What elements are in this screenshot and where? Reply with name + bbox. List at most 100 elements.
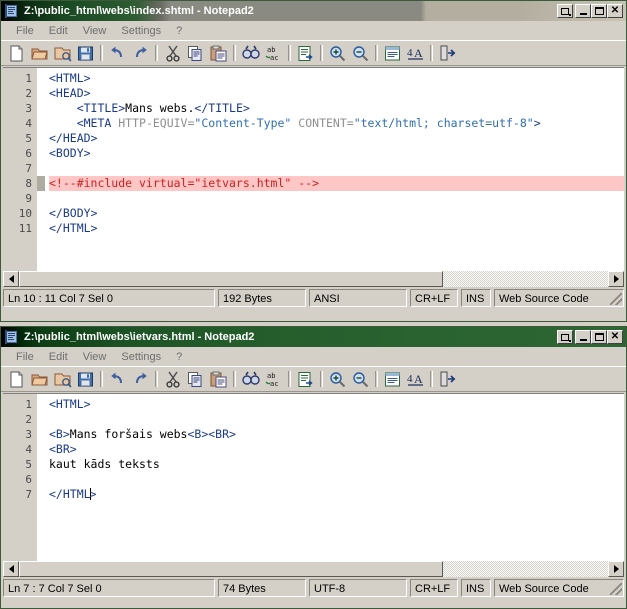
undo-icon[interactable] [106,368,129,390]
menu-item-help[interactable]: ? [169,350,190,364]
code-token: </TITLE> [194,101,249,115]
copy-icon[interactable] [184,368,207,390]
code-token: <BODY> [49,146,91,160]
zoom-out-icon[interactable] [349,42,372,64]
scroll-right-arrow-icon[interactable] [608,271,624,287]
replace-icon[interactable]: abac [262,368,285,390]
word-wrap-icon[interactable] [381,42,404,64]
zoom-out-icon[interactable] [349,368,372,390]
font-icon[interactable]: 4A [404,42,427,64]
close-button[interactable]: ✕ [607,4,623,18]
line-number-gutter: 1 2 3 4 5 6 7 8 9 10 11 [3,68,37,271]
scroll-left-arrow-icon[interactable] [3,561,19,577]
save-icon[interactable] [74,368,97,390]
code-area[interactable]: <HTML> <B>Mans foršais webs<B><BR><BR>ka… [45,394,624,561]
undo-icon[interactable] [106,42,129,64]
toolbar-separator [155,45,158,61]
scroll-track[interactable] [19,561,608,577]
minimize-button[interactable] [575,4,591,18]
word-wrap-icon[interactable] [381,368,404,390]
minimize-button[interactable] [575,330,591,344]
open-file-icon[interactable] [28,368,51,390]
status-language[interactable]: Web Source Code [494,579,624,597]
status-language[interactable]: Web Source Code [494,289,624,307]
horizontal-scrollbar[interactable] [3,561,624,577]
goto-line-icon[interactable] [294,368,317,390]
status-encoding[interactable]: UTF-8 [309,579,407,597]
always-on-top-button[interactable] [557,4,573,18]
line-number: 5 [3,131,37,146]
menu-item-view[interactable]: View [76,24,115,38]
menu-item-settings[interactable]: Settings [114,350,169,364]
scroll-thumb[interactable] [19,561,443,577]
goto-line-icon[interactable] [294,42,317,64]
font-icon[interactable]: 4A [404,368,427,390]
cut-icon[interactable] [161,42,184,64]
maximize-button[interactable] [591,330,607,344]
find-icon[interactable] [239,368,262,390]
redo-icon[interactable] [129,42,152,64]
status-insert-mode[interactable]: INS [461,289,491,307]
code-line: </HTML> [49,487,624,502]
window-controls: ✕ [557,4,623,18]
notepad2-app-icon [4,4,20,18]
exit-icon[interactable] [436,42,459,64]
paste-icon[interactable] [207,42,230,64]
window-index-shtml[interactable]: Z:\public_html\webs\index.shtml - Notepa… [0,0,627,322]
menu-item-view[interactable]: View [76,350,115,364]
line-number: 1 [3,71,37,86]
scroll-left-arrow-icon[interactable] [3,271,19,287]
code-line [49,161,624,176]
always-on-top-button[interactable] [557,330,573,344]
window-ietvars-html[interactable]: Z:\public_html\webs\ietvars.html - Notep… [0,326,627,609]
bookmark-margin[interactable] [37,394,45,561]
close-button[interactable]: ✕ [607,330,623,344]
code-token: > [534,116,541,130]
copy-icon[interactable] [184,42,207,64]
toolbar-separator [288,45,291,61]
new-file-icon[interactable] [5,42,28,64]
editor-ietvars-html[interactable]: 1 2 3 4 5 6 7 <HTML> <B>Mans foršais web… [3,393,624,561]
bookmark-margin[interactable] [37,68,45,271]
window-controls: ✕ [557,330,623,344]
exit-icon[interactable] [436,368,459,390]
resize-grip-icon[interactable] [610,583,622,595]
scroll-right-arrow-icon[interactable] [608,561,624,577]
menu-item-edit[interactable]: Edit [42,350,76,364]
status-encoding[interactable]: ANSI [309,289,407,307]
menu-item-file[interactable]: File [9,350,42,364]
editor-index-shtml[interactable]: 1 2 3 4 5 6 7 8 9 10 11 [3,67,624,271]
new-file-icon[interactable] [5,368,28,390]
resize-grip-icon[interactable] [610,293,622,305]
zoom-in-icon[interactable] [326,368,349,390]
paste-icon[interactable] [207,368,230,390]
code-line: <BR> [49,442,624,457]
cut-icon[interactable] [161,368,184,390]
open-favorites-icon[interactable] [51,368,74,390]
titlebar[interactable]: Z:\public_html\webs\ietvars.html - Notep… [1,327,626,347]
window-title: Z:\public_html\webs\index.shtml - Notepa… [24,5,557,17]
maximize-button[interactable] [591,4,607,18]
horizontal-scrollbar[interactable] [3,271,624,287]
menu-item-file[interactable]: File [9,24,42,38]
status-line-ending[interactable]: CR+LF [410,289,458,307]
menu-item-help[interactable]: ? [169,24,190,38]
scroll-track[interactable] [19,271,608,287]
save-icon[interactable] [74,42,97,64]
menu-item-settings[interactable]: Settings [114,24,169,38]
open-favorites-icon[interactable] [51,42,74,64]
replace-icon[interactable]: abac [262,42,285,64]
find-icon[interactable] [239,42,262,64]
menu-item-edit[interactable]: Edit [42,24,76,38]
open-file-icon[interactable] [28,42,51,64]
titlebar[interactable]: Z:\public_html\webs\index.shtml - Notepa… [1,1,626,21]
line-number: 6 [3,472,37,487]
redo-icon[interactable] [129,368,152,390]
status-line-ending[interactable]: CR+LF [410,579,458,597]
code-token: <HTML> [49,397,91,411]
scroll-thumb[interactable] [19,271,443,287]
zoom-in-icon[interactable] [326,42,349,64]
code-token: Mans webs. [125,101,194,115]
code-area[interactable]: <HTML><HEAD> <TITLE>Mans webs.</TITLE> <… [45,68,624,271]
status-insert-mode[interactable]: INS [461,579,491,597]
